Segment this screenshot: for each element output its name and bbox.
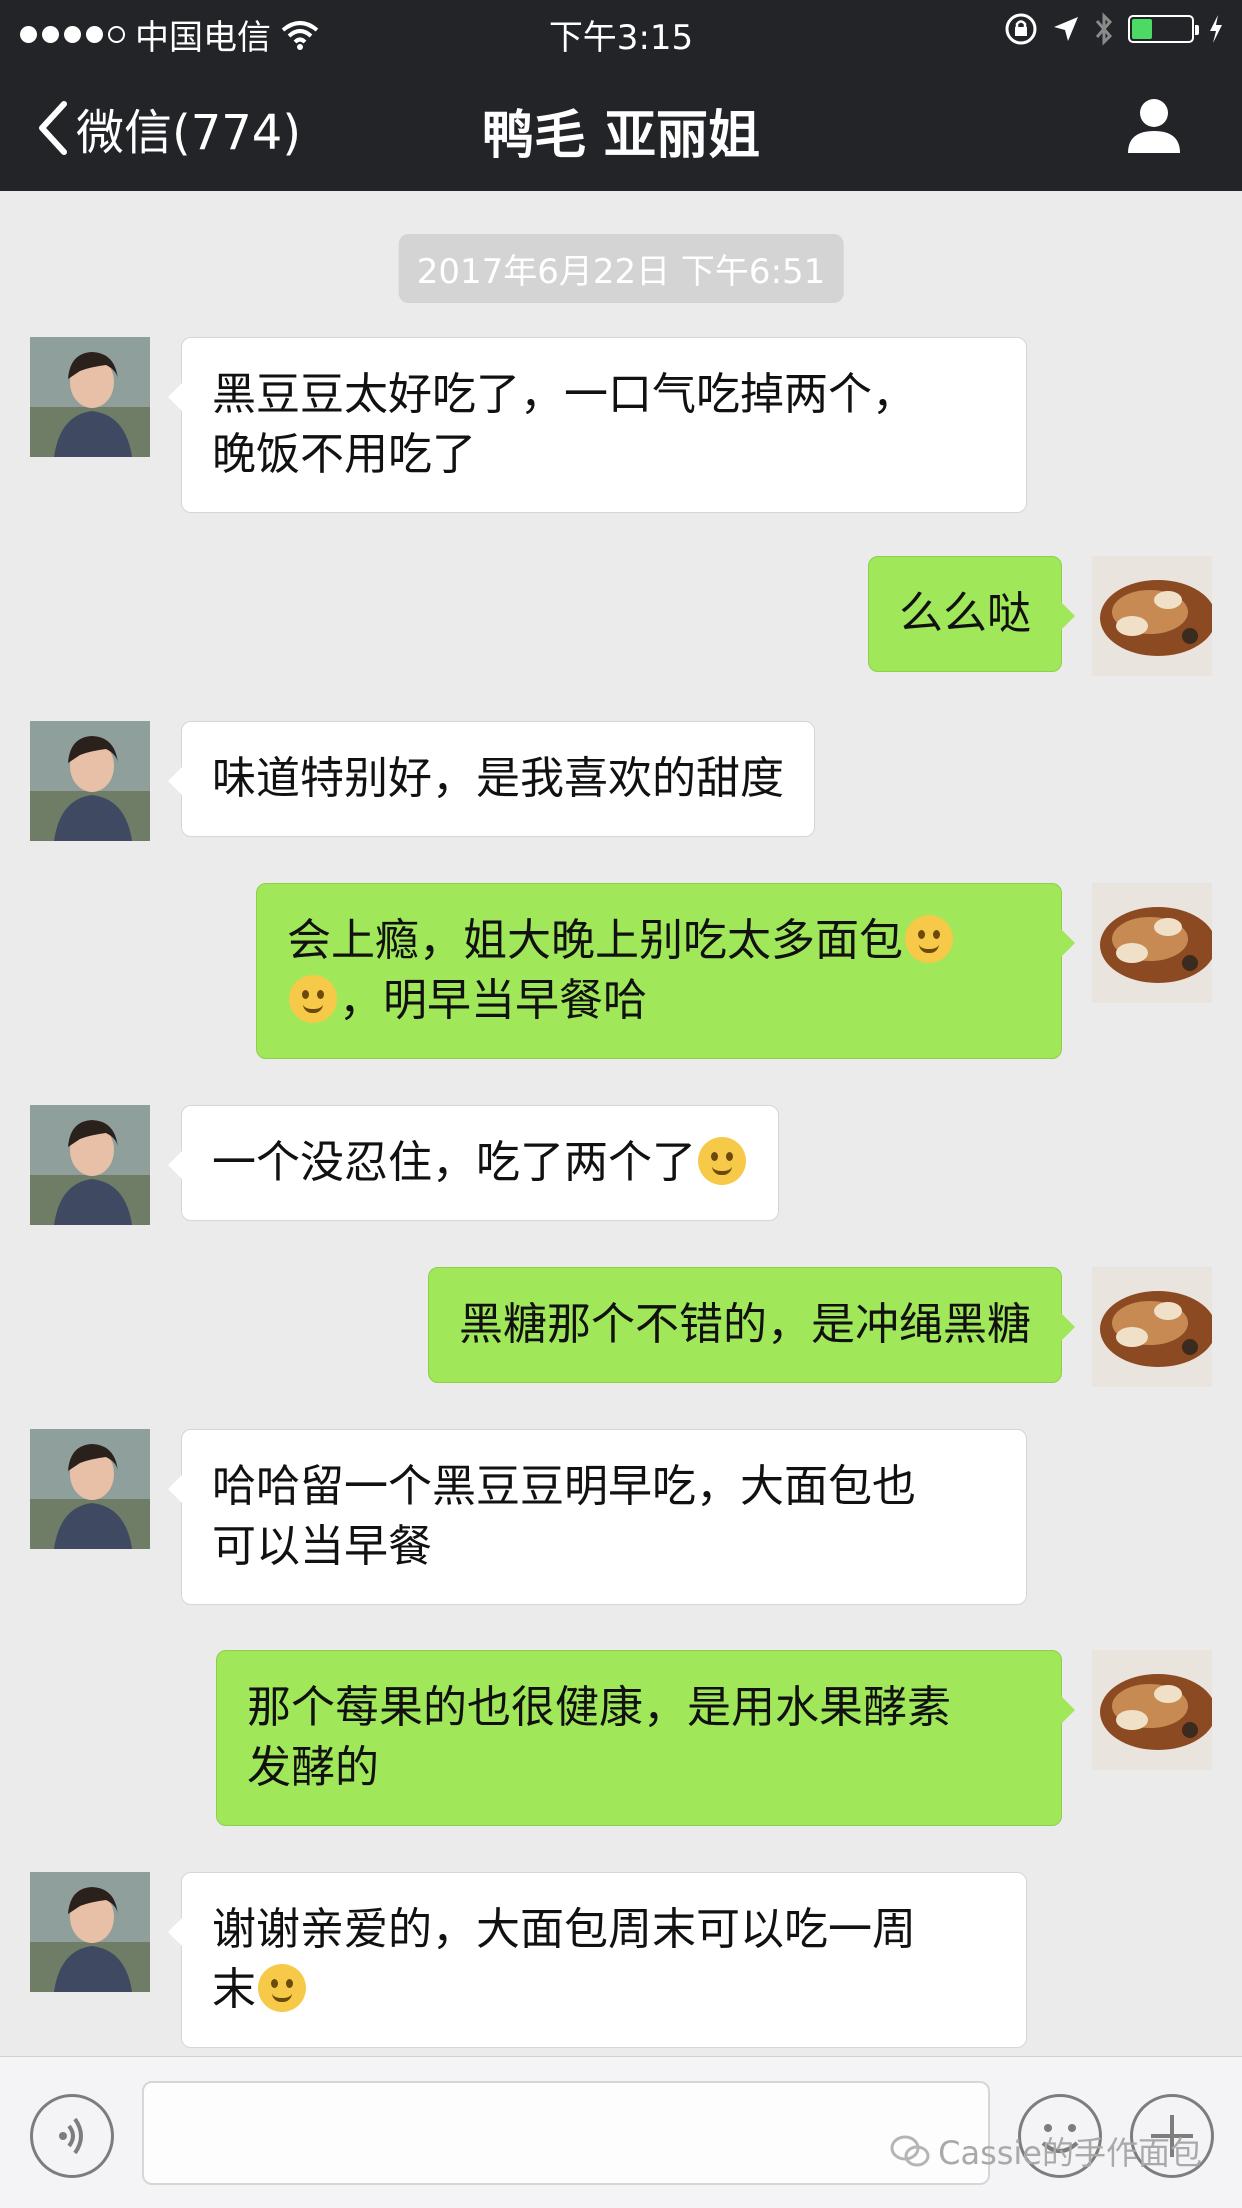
message-bubble-incoming[interactable]: 味道特别好，是我喜欢的甜度 xyxy=(168,721,815,837)
location-icon xyxy=(1054,17,1078,41)
my-avatar[interactable] xyxy=(1092,556,1212,676)
contact-avatar[interactable] xyxy=(30,337,150,457)
voice-button[interactable] xyxy=(30,2094,114,2178)
watermark: Cassie的手作面包 xyxy=(890,2128,1202,2174)
message-bubble-incoming[interactable]: 哈哈留一个黑豆豆明早吃，大面包也 可以当早餐 xyxy=(168,1429,1027,1605)
chat-area[interactable]: 2017年6月22日 下午6:51 黑豆豆太好吃了，一口气吃掉两个， 晚饭不用吃… xyxy=(0,191,1242,2056)
status-icons xyxy=(1004,12,1224,46)
charging-icon xyxy=(1210,15,1222,43)
my-avatar[interactable] xyxy=(1092,1650,1212,1770)
message-text: 么么哒 xyxy=(899,588,1031,639)
watermark-text: Cassie的手作面包 xyxy=(938,2134,1202,2172)
message-bubble-outgoing[interactable]: 那个莓果的也很健康，是用水果酵素 发酵的 xyxy=(216,1650,1075,1826)
message-text: 哈哈留一个黑豆豆明早吃，大面包也 xyxy=(212,1461,916,1512)
message-text: ，明早当早餐哈 xyxy=(339,975,647,1026)
my-avatar[interactable] xyxy=(1092,883,1212,1003)
message-text: 黑豆豆太好吃了，一口气吃掉两个， xyxy=(212,369,916,420)
chat-info-button[interactable] xyxy=(1124,95,1184,155)
wechat-icon xyxy=(890,2135,930,2167)
message-text: 可以当早餐 xyxy=(212,1521,432,1572)
message-input[interactable] xyxy=(142,2081,990,2185)
message-bubble-outgoing[interactable]: 黑糖那个不错的，是冲绳黑糖 xyxy=(428,1267,1075,1383)
bluetooth-icon xyxy=(1095,12,1113,46)
thinking-emoji-icon xyxy=(289,975,337,1023)
message-text: 发酵的 xyxy=(247,1742,379,1793)
contact-avatar[interactable] xyxy=(30,1429,150,1549)
input-bar: Cassie的手作面包 xyxy=(0,2056,1242,2208)
message-text: 一个没忍住，吃了两个了 xyxy=(212,1137,696,1188)
message-text: 晚饭不用吃了 xyxy=(212,429,476,480)
message-bubble-outgoing[interactable]: 么么哒 xyxy=(868,556,1075,672)
contact-avatar[interactable] xyxy=(30,1872,150,1992)
message-bubble-incoming[interactable]: 一个没忍住，吃了两个了 xyxy=(168,1105,779,1221)
status-bar: 中国电信 下午3:15 xyxy=(0,0,1242,63)
message-bubble-incoming[interactable]: 黑豆豆太好吃了，一口气吃掉两个， 晚饭不用吃了 xyxy=(168,337,1027,513)
message-timestamp: 2017年6月22日 下午6:51 xyxy=(398,234,844,303)
rotation-lock-icon xyxy=(1005,13,1037,45)
battery-icon xyxy=(1128,15,1199,43)
message-text: 味道特别好，是我喜欢的甜度 xyxy=(212,753,784,804)
nav-bar: 微信(774) 鸭毛 亚丽姐 xyxy=(0,63,1242,191)
my-avatar[interactable] xyxy=(1092,1267,1212,1387)
contact-avatar[interactable] xyxy=(30,1105,150,1225)
voice-icon xyxy=(59,2117,83,2155)
laughing-tears-emoji-icon xyxy=(698,1137,746,1185)
person-icon xyxy=(1128,99,1180,153)
hugging-emoji-icon xyxy=(258,1964,306,2012)
message-text: 会上瘾，姐大晚上别吃太多面包 xyxy=(287,915,903,966)
message-bubble-outgoing[interactable]: 会上瘾，姐大晚上别吃太多面包 ，明早当早餐哈 xyxy=(256,883,1075,1059)
message-text: 黑糖那个不错的，是冲绳黑糖 xyxy=(459,1299,1031,1350)
chat-title: 鸭毛 亚丽姐 xyxy=(481,106,761,166)
message-text: 末 xyxy=(212,1964,256,2015)
message-bubble-incoming[interactable]: 谢谢亲爱的，大面包周末可以吃一周 末 xyxy=(168,1872,1027,2048)
thinking-emoji-icon xyxy=(905,915,953,963)
message-text: 那个莓果的也很健康，是用水果酵素 xyxy=(247,1682,951,1733)
message-text: 谢谢亲爱的，大面包周末可以吃一周 xyxy=(212,1904,916,1955)
contact-avatar[interactable] xyxy=(30,721,150,841)
